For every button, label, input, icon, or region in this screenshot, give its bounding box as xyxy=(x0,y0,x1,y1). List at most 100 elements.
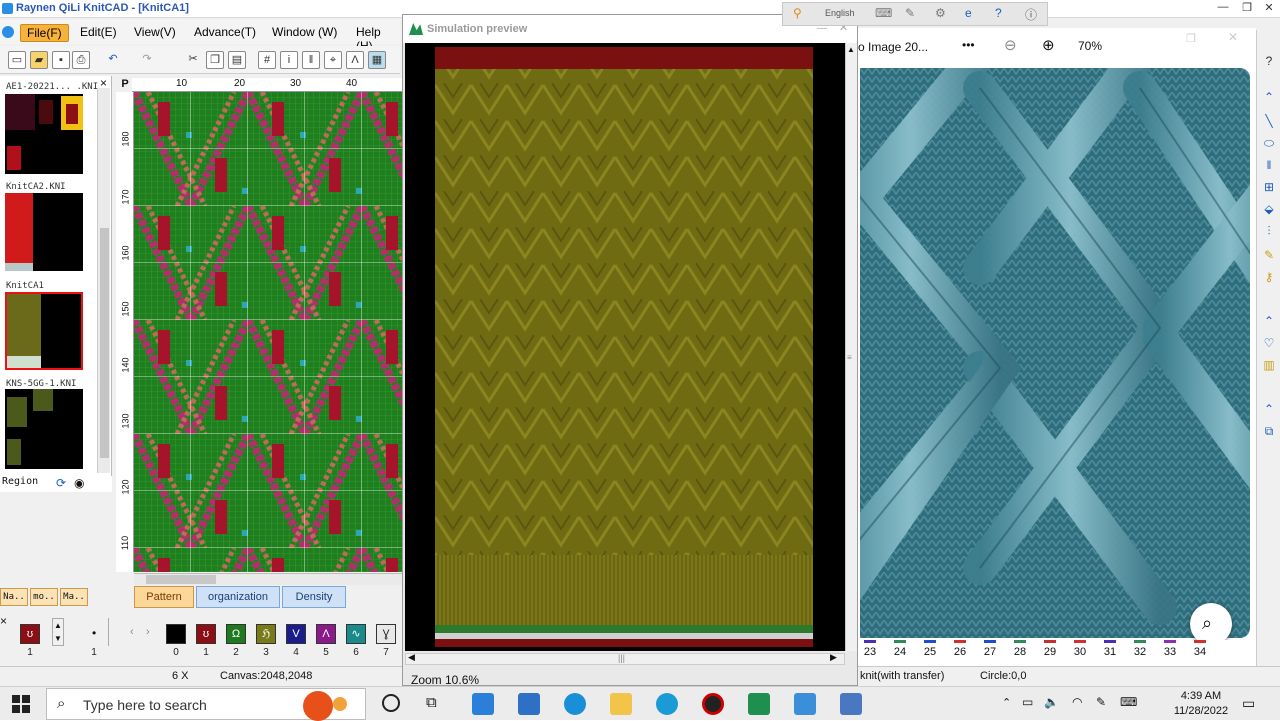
prev-page-icon[interactable]: ‹ xyxy=(130,626,134,638)
menu-view[interactable]: View(V) xyxy=(128,24,182,42)
info-icon[interactable]: i xyxy=(280,51,298,69)
tab-mode[interactable]: mo.. xyxy=(30,588,58,606)
knitcad-icon[interactable] xyxy=(748,693,770,715)
scroll-left-icon[interactable]: ◀ xyxy=(408,652,415,663)
screen-tool-icon[interactable]: ⧉ xyxy=(1261,424,1277,440)
menu-edit[interactable]: Edit(E) xyxy=(74,24,123,42)
close-button[interactable]: ✕ xyxy=(1258,1,1280,17)
network-icon[interactable]: ▭ xyxy=(1022,695,1033,709)
key-tool-icon[interactable]: ⚷ xyxy=(1261,270,1277,286)
file-thumb-active[interactable] xyxy=(5,292,83,370)
file-panel-scrollbar[interactable] xyxy=(97,88,110,473)
tab-pattern[interactable]: Pattern xyxy=(134,586,194,608)
collapse-icon[interactable]: ⌃ xyxy=(1261,402,1277,418)
color-swatch-4[interactable]: V xyxy=(286,624,306,644)
color-swatch-1[interactable]: ʊ xyxy=(196,624,216,644)
paste-icon[interactable]: ▤ xyxy=(228,51,246,69)
store-icon[interactable] xyxy=(472,693,494,715)
viewer-close-button[interactable]: ✕ xyxy=(1228,30,1238,44)
color-swatch-2[interactable]: Ω xyxy=(226,624,246,644)
color-swatch-3[interactable]: ℌ xyxy=(256,624,276,644)
settings-icon[interactable]: ⚙ xyxy=(935,6,946,20)
print-icon[interactable]: ⎙ xyxy=(72,51,90,69)
color-spinner[interactable]: ▲ ▼ xyxy=(52,618,64,646)
simulation-canvas[interactable] xyxy=(405,43,845,651)
palette-tool-icon[interactable]: ▥ xyxy=(1261,358,1277,374)
edge-icon[interactable] xyxy=(656,693,678,715)
ellipse-tool-icon[interactable]: ⬭ xyxy=(1261,136,1277,152)
scroll-up-icon[interactable]: ▲ xyxy=(847,45,855,54)
tab-density[interactable]: Density xyxy=(282,586,346,608)
tab-name[interactable]: Na.. xyxy=(0,588,28,606)
taskbar-search-input[interactable]: ⌕ Type here to search xyxy=(46,688,366,721)
clock[interactable]: 4:39 AM 11/28/2022 xyxy=(1166,689,1236,719)
menu-help[interactable]: Help (H) xyxy=(350,24,400,53)
pen-icon[interactable]: ✎ xyxy=(905,6,915,20)
pattern-grid-canvas[interactable] xyxy=(134,92,402,572)
columns-icon[interactable]: ‖ xyxy=(302,51,320,69)
keyboard-icon[interactable]: ⌨ xyxy=(875,6,892,20)
file-thumb[interactable] xyxy=(5,193,83,271)
grid-icon[interactable]: # xyxy=(258,51,276,69)
tray-chevron-icon[interactable]: ⌃ xyxy=(1002,696,1011,709)
file-explorer-icon[interactable] xyxy=(610,693,632,715)
sim-vertical-scrollbar[interactable]: ▲ ≡ xyxy=(845,43,857,651)
recorder-icon[interactable] xyxy=(702,693,724,715)
mail-icon[interactable] xyxy=(518,693,540,715)
menu-advance[interactable]: Advance(T) xyxy=(188,24,262,42)
fill-tool-icon[interactable]: ⬙ xyxy=(1261,202,1277,218)
viewer-restore-button[interactable]: ❐ xyxy=(1186,32,1196,45)
active-app-icon[interactable] xyxy=(840,693,862,715)
wifi-icon[interactable]: ◠ xyxy=(1072,695,1082,709)
refresh-icon[interactable]: ⟳ xyxy=(56,476,66,490)
grid-tool-icon[interactable]: ⊞ xyxy=(1261,180,1277,196)
color-swatch-7[interactable]: Ɣ xyxy=(376,624,396,644)
start-button[interactable] xyxy=(12,695,30,713)
color-swatch-6[interactable]: ∿ xyxy=(346,624,366,644)
app-menu-icon[interactable] xyxy=(2,26,14,38)
tab-ma[interactable]: Ma.. xyxy=(60,588,88,606)
grid-horizontal-scrollbar[interactable] xyxy=(134,573,402,585)
help-icon[interactable]: ? xyxy=(995,6,1002,20)
pencil-tool-icon[interactable]: ✎ xyxy=(1261,248,1277,264)
zoom-out-icon[interactable]: ⊖ xyxy=(1004,36,1017,54)
zoom-in-icon[interactable]: ⊕ xyxy=(1042,36,1055,54)
menu-file[interactable]: File(F) xyxy=(20,24,69,42)
task-view-icon[interactable]: ⧉ xyxy=(426,694,437,711)
file-thumb[interactable] xyxy=(5,94,83,174)
visual-search-button[interactable]: ⌕ xyxy=(1190,603,1232,645)
color-swatch-0[interactable] xyxy=(166,624,186,644)
eye-icon[interactable]: ◉ xyxy=(74,476,84,490)
file-thumb[interactable] xyxy=(5,389,83,469)
help-icon[interactable]: ? xyxy=(1261,54,1277,70)
language-label[interactable]: English xyxy=(825,8,855,18)
sim-horizontal-scrollbar[interactable]: ◀ ||| ▶ xyxy=(405,652,845,665)
target-icon[interactable]: ⌖ xyxy=(324,51,342,69)
undo-icon[interactable]: ↶ xyxy=(104,51,122,69)
teamviewer-icon[interactable] xyxy=(564,693,586,715)
image-icon[interactable]: ▦ xyxy=(368,51,386,69)
shape-tool-icon[interactable]: ♡ xyxy=(1261,336,1277,352)
close-palette-icon[interactable]: × xyxy=(0,614,7,628)
copy-icon[interactable]: ❐ xyxy=(206,51,224,69)
info-icon[interactable]: ⓘ xyxy=(1025,6,1037,23)
ime-icon[interactable]: ⚲ xyxy=(793,6,802,20)
restore-button[interactable]: ❐ xyxy=(1236,1,1258,17)
tab-organization[interactable]: organization xyxy=(196,586,280,608)
notification-icon[interactable]: ▭ xyxy=(1242,695,1255,712)
open-folder-icon[interactable]: ▰ xyxy=(30,51,48,69)
scroll-grip[interactable]: ≡ xyxy=(847,353,852,362)
columns-tool-icon[interactable]: ‖ xyxy=(1261,158,1277,174)
more-options-icon[interactable]: ••• xyxy=(962,38,975,52)
stitch-icon[interactable]: Λ xyxy=(346,51,364,69)
save-icon[interactable]: ▪ xyxy=(52,51,70,69)
minimize-button[interactable]: — xyxy=(1212,1,1234,17)
collapse-icon[interactable]: ⌃ xyxy=(1261,314,1277,330)
ie-icon[interactable]: e xyxy=(965,6,972,20)
next-page-icon[interactable]: › xyxy=(146,626,150,638)
current-color-swatch[interactable]: ʊ xyxy=(20,624,40,644)
stitch-tool-icon[interactable]: ⫶ xyxy=(1261,224,1277,240)
menu-window[interactable]: Window (W) xyxy=(266,24,343,42)
color-swatch-5[interactable]: Λ xyxy=(316,624,336,644)
new-file-icon[interactable]: ▭ xyxy=(8,51,26,69)
